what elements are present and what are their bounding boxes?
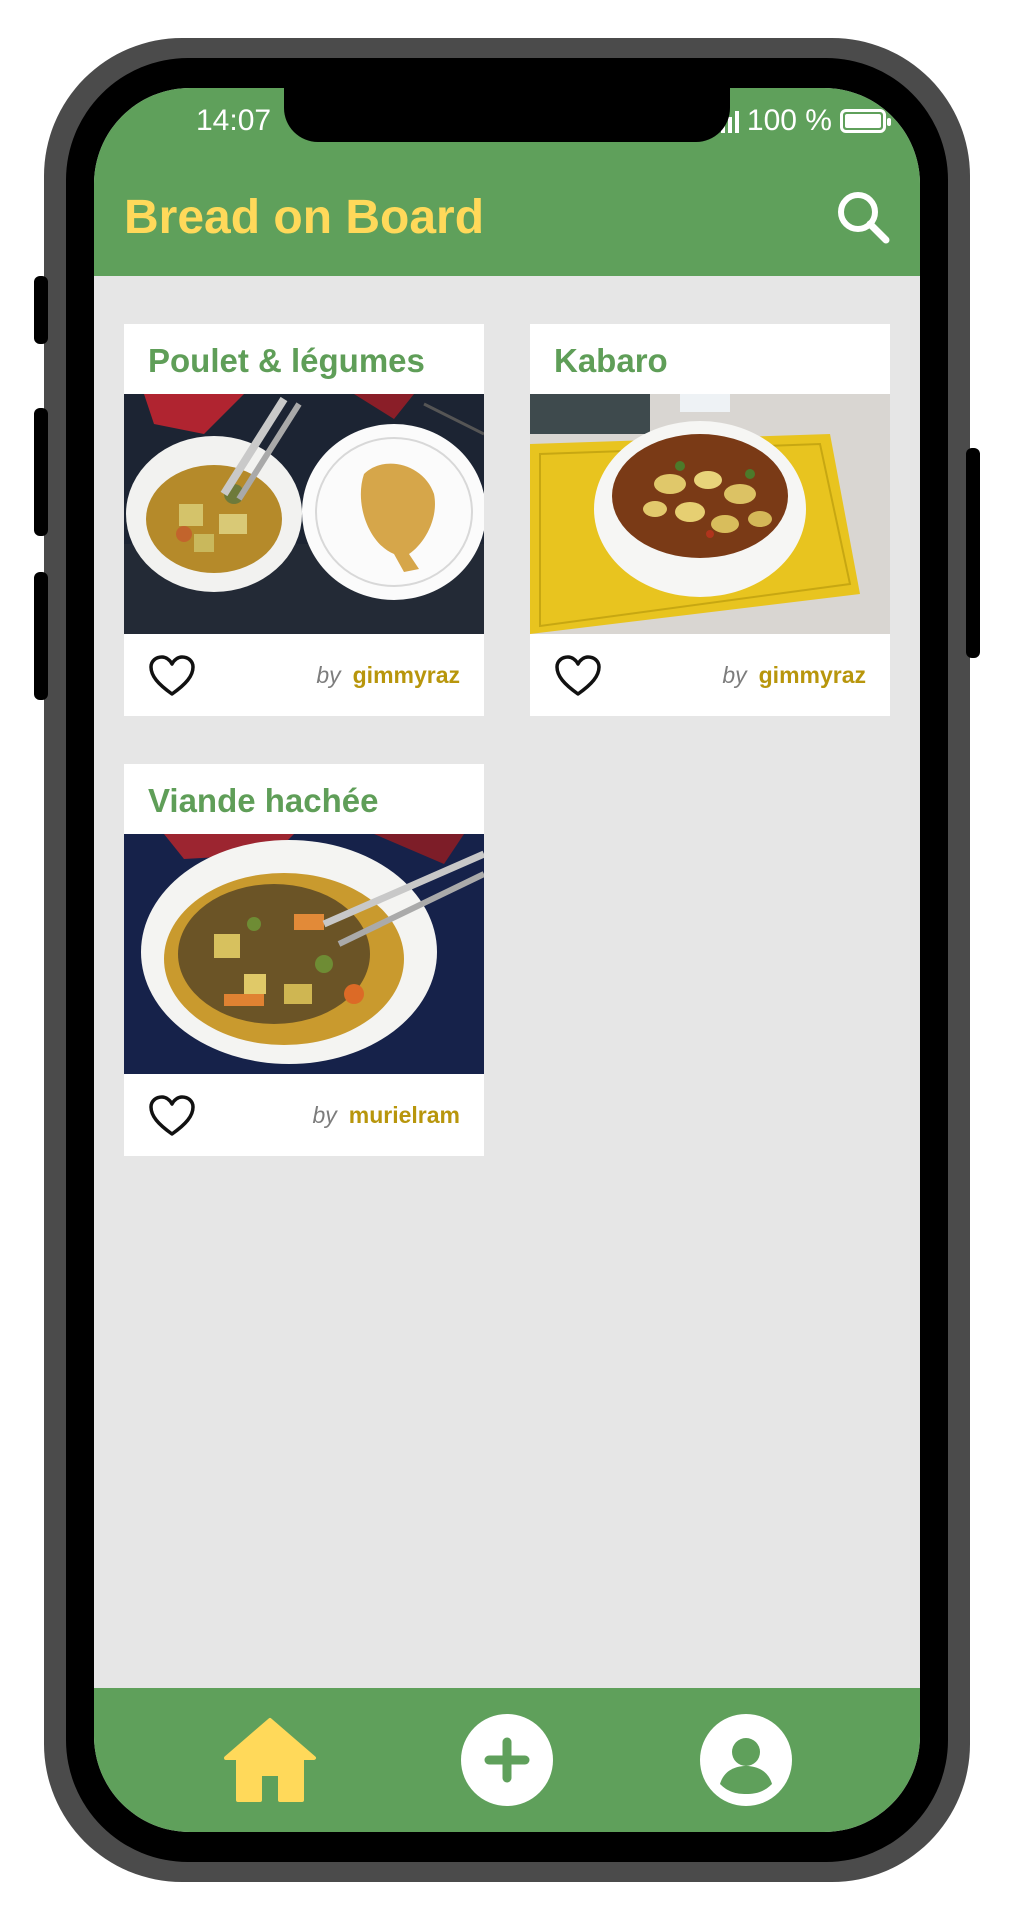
nav-profile-button[interactable] <box>700 1714 792 1811</box>
byline: by gimmyraz <box>316 662 460 689</box>
by-label: by <box>316 662 341 688</box>
bottom-nav <box>94 1688 920 1832</box>
author-link[interactable]: murielram <box>349 1102 460 1128</box>
recipe-title: Viande hachée <box>148 782 379 819</box>
recipe-photo-illustration <box>124 394 484 634</box>
recipe-photo[interactable] <box>124 834 484 1074</box>
profile-icon <box>700 1714 792 1806</box>
heart-outline-icon <box>149 1095 195 1136</box>
battery-icon <box>840 109 891 133</box>
add-icon <box>461 1714 553 1806</box>
card-footer: by murielram <box>124 1074 484 1156</box>
home-icon <box>224 1718 316 1802</box>
nav-home-button[interactable] <box>222 1716 318 1809</box>
nav-add-button[interactable] <box>461 1714 553 1811</box>
by-label: by <box>312 1102 337 1128</box>
app-header: Bread on Board <box>94 158 920 276</box>
heart-outline-icon <box>555 655 601 696</box>
phone-side-button <box>966 448 980 658</box>
like-button[interactable] <box>148 654 196 698</box>
heart-outline-icon <box>149 655 195 696</box>
like-button[interactable] <box>148 1094 196 1138</box>
by-label: by <box>722 662 747 688</box>
status-time: 14:07 <box>196 104 272 137</box>
byline: by murielram <box>312 1102 460 1129</box>
recipe-photo-illustration <box>530 394 890 634</box>
phone-side-button <box>34 276 48 344</box>
card-footer: by gimmyraz <box>530 634 890 716</box>
status-indicators: 100 % <box>720 104 891 138</box>
battery-percent: 100 % <box>746 104 832 137</box>
recipe-photo[interactable] <box>124 394 484 634</box>
search-button[interactable] <box>832 186 894 248</box>
phone-notch <box>284 88 730 142</box>
recipe-title: Poulet & légumes <box>148 342 425 379</box>
author-link[interactable]: gimmyraz <box>759 662 866 688</box>
phone-side-button <box>34 572 48 700</box>
recipe-title: Kabaro <box>554 342 668 379</box>
card-footer: by gimmyraz <box>124 634 484 716</box>
app-title: Bread on Board <box>124 191 485 244</box>
app-screen: 14:07 100 % Bread on Board Poulet & légu… <box>94 88 920 1832</box>
byline: by gimmyraz <box>722 662 866 689</box>
recipe-photo-illustration <box>124 834 484 1074</box>
like-button[interactable] <box>554 654 602 698</box>
recipe-card[interactable]: Kabaro by gimmyraz <box>530 324 890 716</box>
author-link[interactable]: gimmyraz <box>353 662 460 688</box>
recipe-photo[interactable] <box>530 394 890 634</box>
search-icon <box>838 192 890 244</box>
recipe-card[interactable]: Poulet & légumes by gimmyraz <box>124 324 484 716</box>
recipe-card[interactable]: Viande hachée by murielram <box>124 764 484 1156</box>
phone-side-button <box>34 408 48 536</box>
